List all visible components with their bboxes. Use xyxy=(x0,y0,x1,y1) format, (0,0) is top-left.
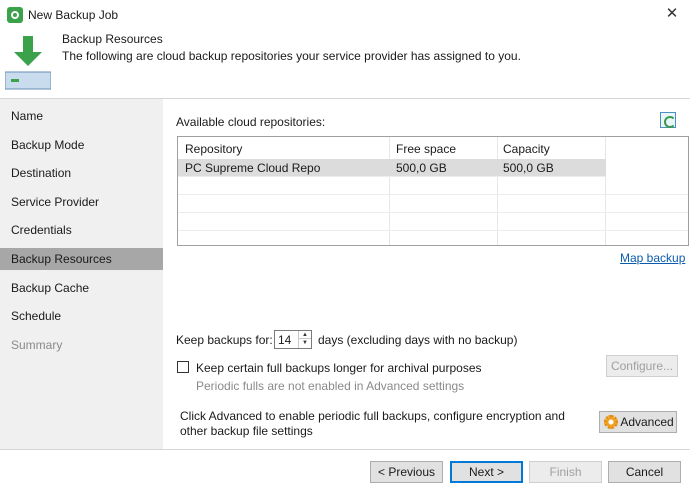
keep-days-suffix: days (excluding days with no backup) xyxy=(318,333,518,347)
advanced-button[interactable]: Advanced xyxy=(599,411,677,433)
keep-days-stepper[interactable]: 14 ▲ ▼ xyxy=(274,330,312,349)
empty-row xyxy=(178,231,688,249)
step-destination[interactable]: Destination xyxy=(0,162,163,184)
archival-checkbox[interactable] xyxy=(177,361,189,373)
next-button[interactable]: Next > xyxy=(450,461,523,483)
download-arrow-icon xyxy=(5,36,51,90)
stepper-up-button[interactable]: ▲ xyxy=(299,331,311,339)
title-bar: New Backup Job ✕ xyxy=(0,0,690,30)
map-backup-link[interactable]: Map backup xyxy=(620,251,685,265)
repositories-label: Available cloud repositories: xyxy=(176,115,326,129)
header-description: The following are cloud backup repositor… xyxy=(62,49,521,63)
main-panel: Available cloud repositories: Repository… xyxy=(163,99,690,449)
step-backup-resources[interactable]: Backup Resources xyxy=(0,248,163,270)
header-title: Backup Resources xyxy=(62,32,163,46)
step-backup-mode[interactable]: Backup Mode xyxy=(0,134,163,156)
column-header-free-space[interactable]: Free space xyxy=(396,142,456,156)
empty-row xyxy=(178,213,688,231)
close-button[interactable]: ✕ xyxy=(664,6,680,22)
stepper-down-button[interactable]: ▼ xyxy=(299,339,311,347)
step-name[interactable]: Name xyxy=(0,105,163,127)
advanced-button-label: Advanced xyxy=(620,415,674,429)
keep-backups-label: Keep backups for: xyxy=(176,333,273,347)
archival-hint: Periodic fulls are not enabled in Advanc… xyxy=(196,379,465,393)
app-gear-icon xyxy=(7,7,23,23)
wizard-steps-sidebar: Name Backup Mode Destination Service Pro… xyxy=(0,99,163,449)
grid-header: Repository Free space Capacity xyxy=(178,137,688,159)
stepper-buttons: ▲ ▼ xyxy=(298,331,311,348)
empty-row xyxy=(178,195,688,213)
empty-row xyxy=(178,177,688,195)
cell-capacity: 500,0 GB xyxy=(503,161,554,175)
repositories-grid[interactable]: Repository Free space Capacity PC Suprem… xyxy=(177,136,689,246)
previous-button[interactable]: < Previous xyxy=(370,461,443,483)
column-header-capacity[interactable]: Capacity xyxy=(503,142,550,156)
gear-icon xyxy=(604,415,618,429)
wizard-header: Backup Resources The following are cloud… xyxy=(0,30,690,98)
step-backup-cache[interactable]: Backup Cache xyxy=(0,277,163,299)
column-header-repository[interactable]: Repository xyxy=(185,142,242,156)
refresh-icon[interactable] xyxy=(660,112,676,128)
table-row[interactable]: PC Supreme Cloud Repo 500,0 GB 500,0 GB xyxy=(178,159,606,177)
wizard-footer: < Previous Next > Finish Cancel xyxy=(0,449,690,493)
step-service-provider[interactable]: Service Provider xyxy=(0,191,163,213)
cancel-button[interactable]: Cancel xyxy=(608,461,681,483)
step-credentials[interactable]: Credentials xyxy=(0,219,163,241)
finish-button: Finish xyxy=(529,461,602,483)
step-summary: Summary xyxy=(11,338,63,352)
cell-repository: PC Supreme Cloud Repo xyxy=(185,161,321,175)
configure-button: Configure... xyxy=(606,355,678,377)
cell-free-space: 500,0 GB xyxy=(396,161,447,175)
window-title: New Backup Job xyxy=(28,8,119,22)
advanced-description: Click Advanced to enable periodic full b… xyxy=(180,409,565,438)
keep-days-value[interactable]: 14 xyxy=(278,333,291,347)
step-schedule[interactable]: Schedule xyxy=(0,305,163,327)
archival-checkbox-label[interactable]: Keep certain full backups longer for arc… xyxy=(196,361,482,375)
